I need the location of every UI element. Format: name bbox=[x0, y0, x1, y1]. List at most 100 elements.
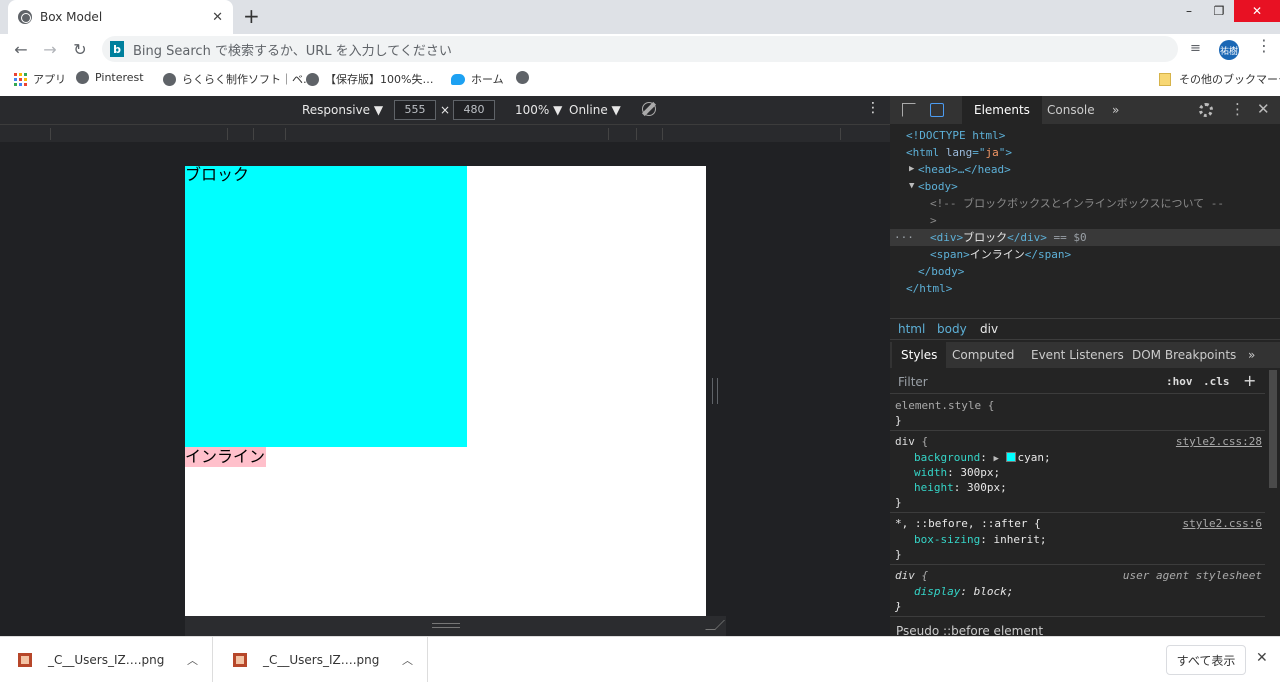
property-height[interactable]: height: 300px; bbox=[914, 480, 1007, 496]
html-open-tag: <html lang="ja"> bbox=[906, 144, 1012, 161]
rule-selector: div { bbox=[895, 568, 928, 584]
attr-name: lang bbox=[939, 146, 973, 159]
rule-source-link[interactable]: style2.css:6 bbox=[1183, 516, 1262, 532]
bookmark-twitter-home[interactable]: ホーム bbox=[451, 71, 504, 87]
minimize-button[interactable]: – bbox=[1174, 0, 1204, 22]
address-bar[interactable]: b Bing Search で検索するか、URL を入力してください bbox=[102, 36, 1178, 62]
prop-name: height bbox=[914, 481, 954, 494]
network-throttle-dropdown[interactable]: Online ▼ bbox=[569, 103, 621, 117]
devtools-menu-icon[interactable]: ⋮ bbox=[1230, 100, 1245, 118]
color-swatch[interactable] bbox=[1005, 452, 1016, 462]
property-box-sizing[interactable]: box-sizing: inherit; bbox=[914, 532, 1046, 548]
tab-styles[interactable]: Styles bbox=[892, 342, 947, 368]
dom-node: > bbox=[890, 212, 1280, 229]
dom-node[interactable]: </body> bbox=[890, 263, 1280, 280]
rule-source-link[interactable]: style2.css:28 bbox=[1176, 434, 1262, 450]
responsive-dropdown[interactable]: Responsive ▼ bbox=[302, 103, 383, 117]
reading-list-icon[interactable]: ≡ bbox=[1190, 41, 1201, 56]
bookmark-other[interactable]: その他のブックマーク bbox=[1159, 71, 1280, 87]
breadcrumb-div[interactable]: div bbox=[980, 319, 998, 339]
dom-node[interactable]: <html lang="ja"> bbox=[890, 144, 1280, 161]
ellipsis-icon[interactable]: ··· bbox=[894, 229, 914, 246]
hover-state-toggle[interactable]: :hov bbox=[1166, 375, 1193, 388]
show-all-downloads-button[interactable]: すべて表示 bbox=[1166, 645, 1246, 675]
forward-button[interactable]: → bbox=[39, 38, 61, 60]
tab-event-listeners[interactable]: Event Listeners bbox=[1031, 342, 1124, 368]
bookmark-globe[interactable] bbox=[516, 71, 535, 84]
globe-icon bbox=[163, 72, 176, 86]
close-icon[interactable]: ✕ bbox=[1256, 650, 1268, 666]
new-tab-button[interactable]: + bbox=[243, 4, 260, 28]
rule-user-agent[interactable]: div { user agent stylesheet display: blo… bbox=[890, 565, 1265, 617]
more-tabs-icon[interactable]: » bbox=[1112, 96, 1119, 124]
globe-icon bbox=[76, 71, 89, 84]
collapse-triangle-icon[interactable]: ▼ bbox=[909, 178, 914, 195]
dom-node[interactable]: </html> bbox=[890, 280, 1280, 297]
close-icon[interactable]: ✕ bbox=[1257, 100, 1270, 118]
device-toolbar-more-icon[interactable]: ⋮ bbox=[866, 100, 880, 116]
rotate-icon[interactable] bbox=[642, 102, 656, 116]
expand-triangle-icon[interactable]: ▶ bbox=[909, 161, 914, 178]
zoom-dropdown[interactable]: 100% ▼ bbox=[515, 103, 562, 117]
breadcrumb-html[interactable]: html bbox=[898, 319, 925, 339]
tab-elements[interactable]: Elements bbox=[962, 96, 1042, 124]
brace: { bbox=[914, 435, 929, 448]
styles-scrollbar[interactable] bbox=[1266, 368, 1280, 636]
bookmark-label: アプリ bbox=[33, 73, 66, 86]
tab-computed[interactable]: Computed bbox=[952, 342, 1014, 368]
breadcrumb-body[interactable]: body bbox=[937, 319, 967, 339]
bookmark-rakuraku[interactable]: らくらく制作ソフト｜ベ… bbox=[163, 71, 314, 87]
tag-name: <html bbox=[906, 146, 940, 159]
dom-node[interactable]: ▼ <body> bbox=[890, 178, 1280, 195]
dom-node[interactable]: ▶ <head>…</head> bbox=[890, 161, 1280, 178]
span-node: <span>インライン</span> bbox=[930, 246, 1071, 263]
class-toggle[interactable]: .cls bbox=[1203, 375, 1230, 388]
inspect-element-icon[interactable] bbox=[902, 103, 916, 117]
rule-universal[interactable]: *, ::before, ::after { style2.css:6 box-… bbox=[890, 513, 1265, 565]
viewport-resize-handle-bottom[interactable] bbox=[432, 623, 460, 628]
tag-name: </span> bbox=[1024, 248, 1072, 261]
expand-triangle-icon[interactable]: ▶ bbox=[993, 454, 998, 464]
download-item[interactable]: _C__Users_IZ….png ︿ bbox=[215, 637, 428, 682]
bookmark-hozonban[interactable]: 【保存版】100%失… bbox=[306, 71, 433, 87]
dom-node[interactable]: <!DOCTYPE html> bbox=[890, 127, 1280, 144]
body-open-tag: <body> bbox=[918, 180, 958, 193]
browser-menu-button[interactable]: ⋮ bbox=[1256, 36, 1272, 55]
media-query-ruler[interactable] bbox=[0, 124, 890, 142]
device-toggle-icon[interactable] bbox=[930, 103, 944, 117]
dom-node[interactable]: <span>インライン</span> bbox=[890, 246, 1280, 263]
property-display[interactable]: display: block; bbox=[914, 584, 1013, 600]
back-button[interactable]: ← bbox=[10, 38, 32, 60]
viewport-resize-bar-bottom bbox=[185, 616, 726, 636]
reload-button[interactable]: ↻ bbox=[69, 38, 91, 60]
property-width[interactable]: width: 300px; bbox=[914, 465, 1000, 481]
prop-name: display bbox=[914, 585, 961, 598]
bookmark-pinterest[interactable]: Pinterest bbox=[76, 71, 144, 84]
maximize-button[interactable]: ❐ bbox=[1204, 0, 1234, 22]
chevron-up-icon[interactable]: ︿ bbox=[402, 652, 413, 668]
viewport-resize-corner[interactable] bbox=[705, 620, 725, 630]
rule-div[interactable]: div { style2.css:28 background: ▶ cyan; … bbox=[890, 431, 1265, 513]
bookmark-apps[interactable]: アプリ bbox=[14, 71, 66, 87]
rule-end: } bbox=[895, 414, 902, 427]
chevron-up-icon[interactable]: ︿ bbox=[187, 652, 198, 668]
gear-icon[interactable] bbox=[1199, 103, 1213, 117]
viewport-resize-handle-right[interactable] bbox=[712, 378, 718, 404]
dom-node-selected[interactable]: ··· <div>ブロック</div> == $0 bbox=[890, 229, 1280, 246]
styles-filter-input[interactable]: Filter bbox=[898, 375, 928, 389]
download-item[interactable]: _C__Users_IZ….png ︿ bbox=[0, 637, 213, 682]
tab-close-icon[interactable]: ✕ bbox=[212, 10, 223, 25]
browser-tab[interactable]: Box Model ✕ bbox=[8, 0, 233, 34]
profile-avatar[interactable]: 祐樹 bbox=[1219, 40, 1239, 60]
scrollbar-thumb[interactable] bbox=[1269, 370, 1277, 488]
bookmark-label: らくらく制作ソフト｜ベ… bbox=[182, 73, 314, 86]
viewport-width-input[interactable]: 555 bbox=[394, 100, 436, 120]
viewport-height-input[interactable]: 480 bbox=[453, 100, 495, 120]
rule-element-style[interactable]: element.style { } bbox=[890, 395, 1265, 431]
dom-node[interactable]: <!-- ブロックボックスとインラインボックスについて -- bbox=[890, 195, 1280, 212]
window-close-button[interactable]: ✕ bbox=[1234, 0, 1280, 22]
tab-dom-breakpoints[interactable]: DOM Breakpoints bbox=[1132, 342, 1236, 368]
tab-console[interactable]: Console bbox=[1047, 96, 1095, 124]
new-rule-button[interactable]: + bbox=[1243, 371, 1256, 390]
more-tabs-icon[interactable]: » bbox=[1248, 342, 1255, 368]
